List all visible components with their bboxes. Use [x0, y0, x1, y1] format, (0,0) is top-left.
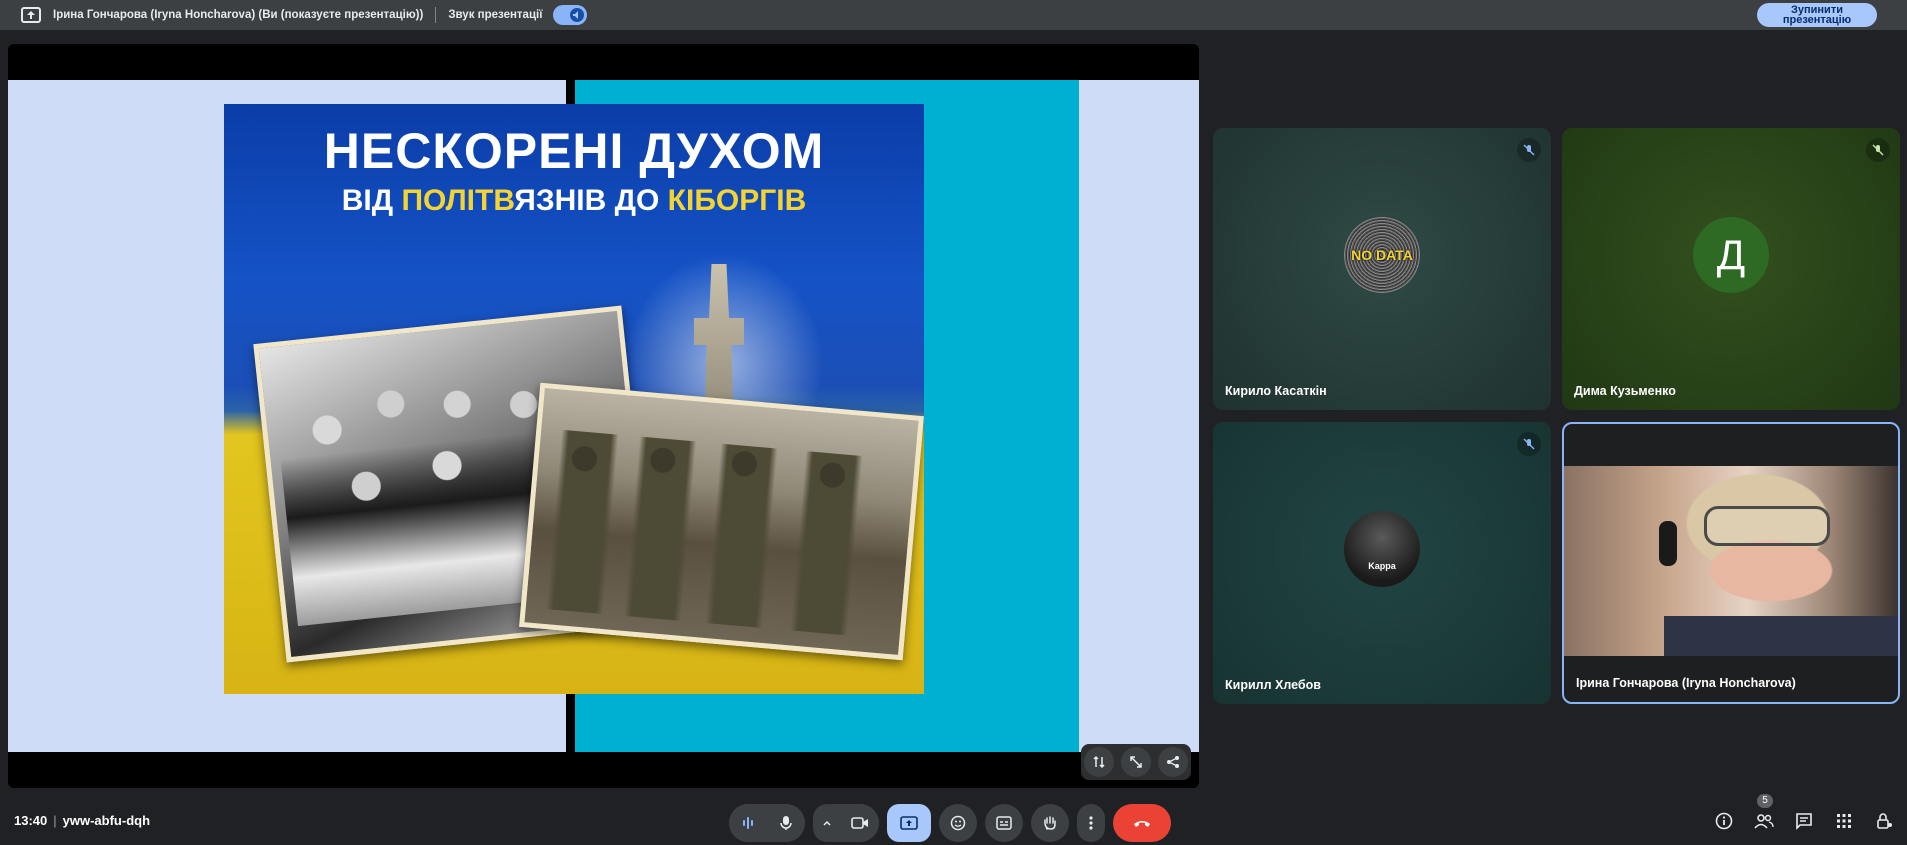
stop-presenting-label: Зупинити презентацію — [1782, 4, 1852, 26]
avatar: NO DATA — [1344, 217, 1420, 293]
meeting-code: yww-abfu-dqh — [62, 813, 151, 828]
chat-icon — [1796, 813, 1812, 830]
avatar-text: Kappa — [1368, 561, 1396, 571]
stage-controls — [1081, 744, 1191, 780]
more-options-button[interactable] — [1077, 804, 1105, 842]
participant-tile[interactable]: Kappa Кирилл Хлебов — [1213, 422, 1551, 704]
separator: | — [53, 813, 57, 828]
mic-off-icon — [1517, 138, 1541, 162]
subtitle-part-1: ВІД — [341, 184, 402, 217]
subtitle-part-4: КІБОРГІВ — [667, 184, 807, 217]
meeting-info: 13:40 | yww-abfu-dqh — [14, 813, 150, 828]
mic-off-icon — [1866, 138, 1890, 162]
presentation-sound-toggle[interactable] — [553, 5, 588, 25]
volume-icon — [570, 8, 585, 22]
end-call-button[interactable] — [1113, 804, 1171, 842]
poster-image: НЕСКОРЕНІ ДУХОМ ВІД ПОЛІТВЯЗНІВ ДО КІБОР… — [224, 104, 924, 694]
present-screen-icon — [900, 816, 918, 830]
stop-presenting-button[interactable]: Зупинити презентацію — [1757, 3, 1877, 27]
activities-button[interactable] — [1833, 810, 1855, 832]
call-controls — [729, 804, 1171, 842]
swap-arrows-icon — [1093, 755, 1105, 769]
participant-name: Кирило Касаткін — [1225, 384, 1327, 398]
subtitle-part-2: ПОЛІТВ — [401, 184, 515, 217]
divider — [435, 7, 437, 23]
camera-icon — [851, 817, 868, 829]
presentation-bar: Ірина Гончарова (Iryna Honcharova) (Ви (… — [0, 0, 1907, 30]
subtitle-part-3: ЯЗНІВ ДО — [514, 184, 668, 217]
people-button[interactable]: 5 — [1753, 794, 1775, 832]
raise-hand-button[interactable] — [1031, 804, 1069, 842]
people-count-badge: 5 — [1757, 794, 1773, 808]
slide: НЕСКОРЕНІ ДУХОМ ВІД ПОЛІТВЯЗНІВ ДО КІБОР… — [8, 80, 1199, 752]
hand-icon — [1044, 816, 1056, 830]
microphone-icon — [780, 816, 792, 830]
audio-group — [729, 804, 805, 842]
avatar-initial: Д — [1716, 231, 1746, 278]
participant-tile[interactable]: Д Дима Кузьменко — [1562, 128, 1900, 410]
clock: 13:40 — [14, 813, 48, 828]
share-icon — [1166, 756, 1179, 768]
chat-button[interactable] — [1793, 810, 1815, 832]
emoji-icon — [950, 815, 966, 831]
expand-icon — [1130, 756, 1142, 768]
avatar: Д — [1693, 217, 1769, 293]
lock-person-icon — [1877, 813, 1892, 829]
unpin-button[interactable] — [1084, 747, 1115, 777]
mic-off-icon — [1517, 432, 1541, 456]
participant-tile-self[interactable]: Ірина Гончарова (Iryna Honcharova) — [1562, 422, 1900, 704]
participant-tile[interactable]: NO DATA Кирило Касаткін — [1213, 128, 1551, 410]
presentation-sound-label: Звук презентації — [448, 9, 543, 21]
camera-button[interactable] — [841, 804, 879, 842]
shirt — [1664, 616, 1898, 656]
microphone-button[interactable] — [767, 804, 805, 842]
video-options-button[interactable] — [813, 804, 841, 842]
fullscreen-button[interactable] — [1120, 747, 1151, 777]
soldiers-group — [535, 428, 906, 640]
presenter-label: Ірина Гончарова (Iryna Honcharova) (Ви (… — [53, 9, 424, 21]
present-now-button[interactable] — [887, 804, 931, 842]
meeting-details-button[interactable] — [1713, 810, 1735, 832]
share-button[interactable] — [1157, 747, 1188, 777]
participant-name: Ірина Гончарова (Iryna Honcharova) — [1576, 676, 1796, 690]
reactions-button[interactable] — [939, 804, 977, 842]
people-icon — [1754, 814, 1774, 829]
avatar-text: NO DATA — [1351, 247, 1413, 263]
poster-subtitle: ВІД ПОЛІТВЯЗНІВ ДО КІБОРГІВ — [224, 184, 924, 218]
captions-button[interactable] — [985, 804, 1023, 842]
headset — [1659, 521, 1677, 566]
chevron-up-icon — [823, 820, 831, 826]
avatar: Kappa — [1344, 511, 1420, 587]
presentation-stage: НЕСКОРЕНІ ДУХОМ ВІД ПОЛІТВЯЗНІВ ДО КІБОР… — [8, 44, 1199, 788]
participant-name: Кирилл Хлебов — [1225, 678, 1321, 692]
soldiers-photo — [519, 382, 924, 661]
apps-grid-icon — [1837, 814, 1851, 828]
more-vert-icon — [1089, 816, 1093, 830]
captions-icon — [996, 816, 1012, 830]
present-screen-icon — [21, 7, 41, 23]
side-controls: 5 — [1713, 794, 1895, 832]
poster-title: НЕСКОРЕНІ ДУХОМ — [323, 123, 825, 179]
host-controls-button[interactable] — [1873, 810, 1895, 832]
audio-levels-icon — [743, 817, 753, 829]
info-icon — [1715, 812, 1733, 830]
video-group — [813, 804, 879, 842]
hang-up-icon — [1134, 821, 1150, 827]
participant-name: Дима Кузьменко — [1574, 384, 1676, 398]
bottom-bar: 13:40 | yww-abfu-dqh 5 — [0, 794, 1907, 845]
participant-video — [1564, 466, 1898, 656]
audio-options-button[interactable] — [729, 804, 767, 842]
glasses — [1704, 506, 1830, 546]
